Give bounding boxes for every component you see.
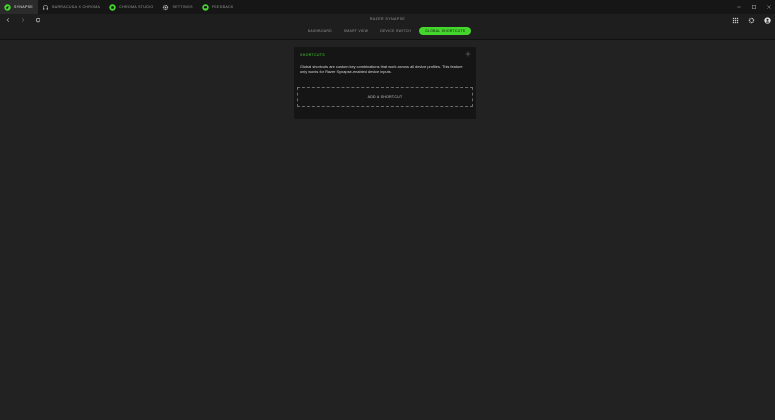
tab-label: SYNAPSE — [14, 5, 34, 9]
minimize-icon[interactable] — [736, 4, 742, 10]
settings-gear-icon[interactable] — [748, 17, 755, 24]
app-header: RAZER SYNAPSE DASHBOARD SMART VIEW DEVIC… — [0, 14, 775, 40]
tab-label: FEEDBACK — [211, 5, 234, 9]
apps-grid-icon[interactable] — [732, 17, 739, 24]
shortcuts-card: SHORTCUTS Global shortcuts are custom ke… — [294, 47, 476, 119]
add-shortcut-button[interactable]: ADD A SHORTCUT — [297, 87, 473, 107]
feedback-icon — [202, 3, 209, 11]
razer-logo-icon — [4, 3, 11, 11]
user-avatar-icon[interactable] — [764, 16, 771, 24]
sub-navigation: DASHBOARD SMART VIEW DEVICE SWITCH GLOBA… — [0, 27, 775, 35]
tab-label: CHROMA STUDIO — [119, 5, 154, 9]
tab-label: BARRACUDA X CHROMA — [52, 5, 101, 9]
tab-chroma-studio[interactable]: CHROMA STUDIO — [105, 0, 158, 14]
tab-settings[interactable]: SETTINGS — [158, 0, 197, 14]
tab-feedback[interactable]: FEEDBACK — [198, 0, 239, 14]
window-controls — [736, 0, 772, 14]
gear-icon — [162, 4, 169, 11]
tab-device-switch[interactable]: DEVICE SWITCH — [376, 27, 415, 35]
card-title: SHORTCUTS — [300, 53, 325, 57]
page-title: RAZER SYNAPSE — [369, 17, 406, 21]
tab-global-shortcuts[interactable]: GLOBAL SHORTCUTS — [419, 27, 472, 35]
tab-smart-view[interactable]: SMART VIEW — [340, 27, 372, 35]
tab-barracuda[interactable]: BARRACUDA X CHROMA — [38, 0, 105, 14]
plus-icon[interactable] — [465, 51, 471, 57]
chroma-icon — [109, 3, 116, 11]
tab-label: SETTINGS — [172, 5, 193, 9]
card-description: Global shortcuts are custom key combinat… — [300, 64, 463, 74]
maximize-icon[interactable] — [751, 4, 757, 10]
tab-synapse[interactable]: SYNAPSE — [0, 0, 39, 14]
header-actions — [732, 16, 771, 24]
tab-dashboard[interactable]: DASHBOARD — [304, 27, 336, 35]
title-tab-bar: SYNAPSE BARRACUDA X CHROMA CHROMA STUDIO… — [0, 0, 775, 14]
close-icon[interactable] — [766, 4, 772, 10]
headset-icon — [42, 4, 49, 11]
